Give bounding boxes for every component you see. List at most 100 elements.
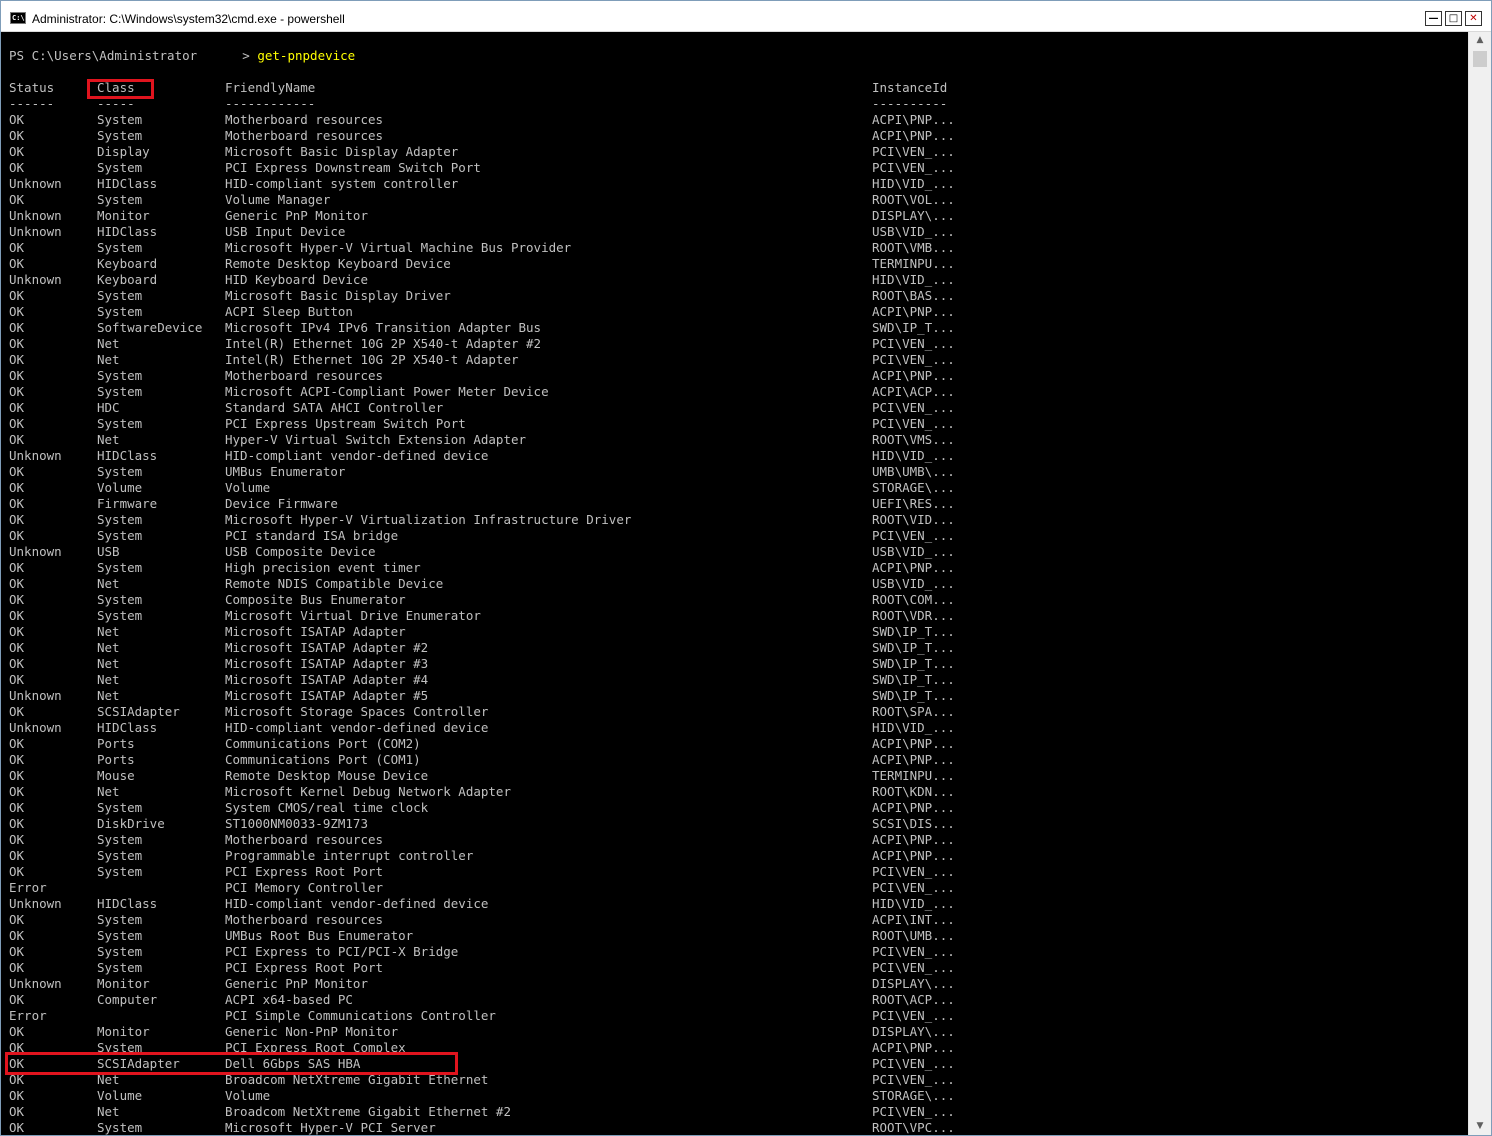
cell-status: OK: [9, 1120, 25, 1135]
cell-instanceid: HID\VID_...: [872, 720, 955, 735]
cell-status: OK: [9, 320, 25, 335]
cell-friendlyname: PCI Express Root Port: [225, 960, 384, 975]
cell-friendlyname: Composite Bus Enumerator: [225, 592, 406, 607]
cell-instanceid: PCI\VEN_...: [872, 864, 955, 879]
cell-friendlyname: Remote Desktop Keyboard Device: [225, 256, 451, 271]
scroll-thumb[interactable]: [1473, 51, 1487, 67]
cell-friendlyname: Intel(R) Ethernet 10G 2P X540-t Adapter: [225, 352, 519, 367]
cell-status: OK: [9, 464, 25, 479]
cell-class: HIDClass: [97, 720, 158, 735]
prompt-line: PS C:\Users\Administrator > get-pnpdevic…: [9, 48, 355, 64]
cell-class: System: [97, 384, 143, 399]
vertical-scrollbar[interactable]: ▲ ▼: [1468, 32, 1491, 1135]
scroll-down-icon[interactable]: ▼: [1469, 1118, 1491, 1135]
cell-class: SCSIAdapter: [97, 1056, 180, 1071]
cell-instanceid: UMB\UMB\...: [872, 464, 955, 479]
cell-status: OK: [9, 368, 25, 383]
cell-friendlyname: High precision event timer: [225, 560, 421, 575]
underline-friendlyname: ------------: [225, 96, 316, 111]
cell-instanceid: STORAGE\...: [872, 480, 955, 495]
cell-instanceid: ROOT\KDN...: [872, 784, 955, 799]
cell-friendlyname: Programmable interrupt controller: [225, 848, 474, 863]
cell-friendlyname: Broadcom NetXtreme Gigabit Ethernet #2: [225, 1104, 511, 1119]
cell-class: HIDClass: [97, 448, 158, 463]
cell-instanceid: DISPLAY\...: [872, 208, 955, 223]
cell-class: System: [97, 416, 143, 431]
cell-class: System: [97, 928, 143, 943]
cell-friendlyname: Generic PnP Monitor: [225, 208, 368, 223]
cell-instanceid: ACPI\PNP...: [872, 112, 955, 127]
cell-status: OK: [9, 864, 25, 879]
cell-instanceid: PCI\VEN_...: [872, 1008, 955, 1023]
cell-class: HIDClass: [97, 896, 158, 911]
cell-status: OK: [9, 160, 25, 175]
cell-class: USB: [97, 544, 120, 559]
cell-friendlyname: System CMOS/real time clock: [225, 800, 429, 815]
cell-friendlyname: Remote Desktop Mouse Device: [225, 768, 429, 783]
cell-friendlyname: Microsoft Kernel Debug Network Adapter: [225, 784, 511, 799]
cell-instanceid: DISPLAY\...: [872, 1024, 955, 1039]
cell-instanceid: PCI\VEN_...: [872, 880, 955, 895]
cell-instanceid: ACPI\PNP...: [872, 800, 955, 815]
cell-friendlyname: ST1000NM0033-9ZM173: [225, 816, 368, 831]
cell-instanceid: ACPI\PNP...: [872, 848, 955, 863]
cell-status: OK: [9, 752, 25, 767]
cell-class: System: [97, 128, 143, 143]
cell-status: OK: [9, 592, 25, 607]
cell-friendlyname: Motherboard resources: [225, 368, 384, 383]
close-button[interactable]: ✕: [1465, 11, 1482, 26]
cell-instanceid: ROOT\BAS...: [872, 288, 955, 303]
cell-status: OK: [9, 800, 25, 815]
cell-instanceid: SWD\IP_T...: [872, 656, 955, 671]
cell-class: HIDClass: [97, 176, 158, 191]
cell-status: Unknown: [9, 896, 62, 911]
prompt-text: PS C:\Users\Administrator >: [9, 48, 258, 63]
scroll-up-icon[interactable]: ▲: [1469, 32, 1491, 49]
cell-instanceid: ROOT\VDR...: [872, 608, 955, 623]
cell-class: Mouse: [97, 768, 135, 783]
cell-class: Net: [97, 784, 120, 799]
cell-friendlyname: UMBus Enumerator: [225, 464, 346, 479]
cell-status: OK: [9, 304, 25, 319]
cell-class: Monitor: [97, 208, 150, 223]
cell-instanceid: SCSI\DIS...: [872, 816, 955, 831]
cell-class: System: [97, 1120, 143, 1135]
cell-class: Net: [97, 624, 120, 639]
cell-class: Net: [97, 432, 120, 447]
title-bar[interactable]: C:\ Administrator: C:\Windows\system32\c…: [1, 1, 1491, 32]
cell-class: SoftwareDevice: [97, 320, 203, 335]
cell-class: System: [97, 944, 143, 959]
cell-instanceid: USB\VID_...: [872, 544, 955, 559]
cell-friendlyname: Microsoft ISATAP Adapter #5: [225, 688, 429, 703]
window-title: Administrator: C:\Windows\system32\cmd.e…: [32, 12, 345, 26]
cell-friendlyname: Generic Non-PnP Monitor: [225, 1024, 399, 1039]
cell-friendlyname: Standard SATA AHCI Controller: [225, 400, 444, 415]
cell-friendlyname: Volume: [225, 1088, 271, 1103]
cell-instanceid: HID\VID_...: [872, 448, 955, 463]
cell-class: Volume: [97, 480, 143, 495]
cell-instanceid: USB\VID_...: [872, 576, 955, 591]
cell-status: OK: [9, 1088, 25, 1103]
cell-status: OK: [9, 608, 25, 623]
minimize-button[interactable]: —: [1425, 11, 1442, 26]
console-output[interactable]: PS C:\Users\Administrator > get-pnpdevic…: [1, 32, 1468, 1135]
maximize-button[interactable]: □: [1445, 11, 1462, 26]
cell-class: Computer: [97, 992, 158, 1007]
cell-instanceid: SWD\IP_T...: [872, 640, 955, 655]
cell-status: OK: [9, 400, 25, 415]
cell-friendlyname: Hyper-V Virtual Switch Extension Adapter: [225, 432, 527, 447]
cell-status: Error: [9, 880, 47, 895]
cell-instanceid: STORAGE\...: [872, 1088, 955, 1103]
cell-friendlyname: Microsoft Basic Display Driver: [225, 288, 451, 303]
cell-class: System: [97, 960, 143, 975]
cell-class: System: [97, 912, 143, 927]
cell-instanceid: ACPI\PNP...: [872, 368, 955, 383]
cell-friendlyname: UMBus Root Bus Enumerator: [225, 928, 414, 943]
cell-status: OK: [9, 736, 25, 751]
cell-instanceid: SWD\IP_T...: [872, 688, 955, 703]
header-row: Status Class FriendlyName InstanceId: [9, 80, 947, 96]
cell-class: System: [97, 592, 143, 607]
cell-instanceid: ACPI\ACP...: [872, 384, 955, 399]
cell-class: DiskDrive: [97, 816, 165, 831]
cell-instanceid: ACPI\PNP...: [872, 304, 955, 319]
